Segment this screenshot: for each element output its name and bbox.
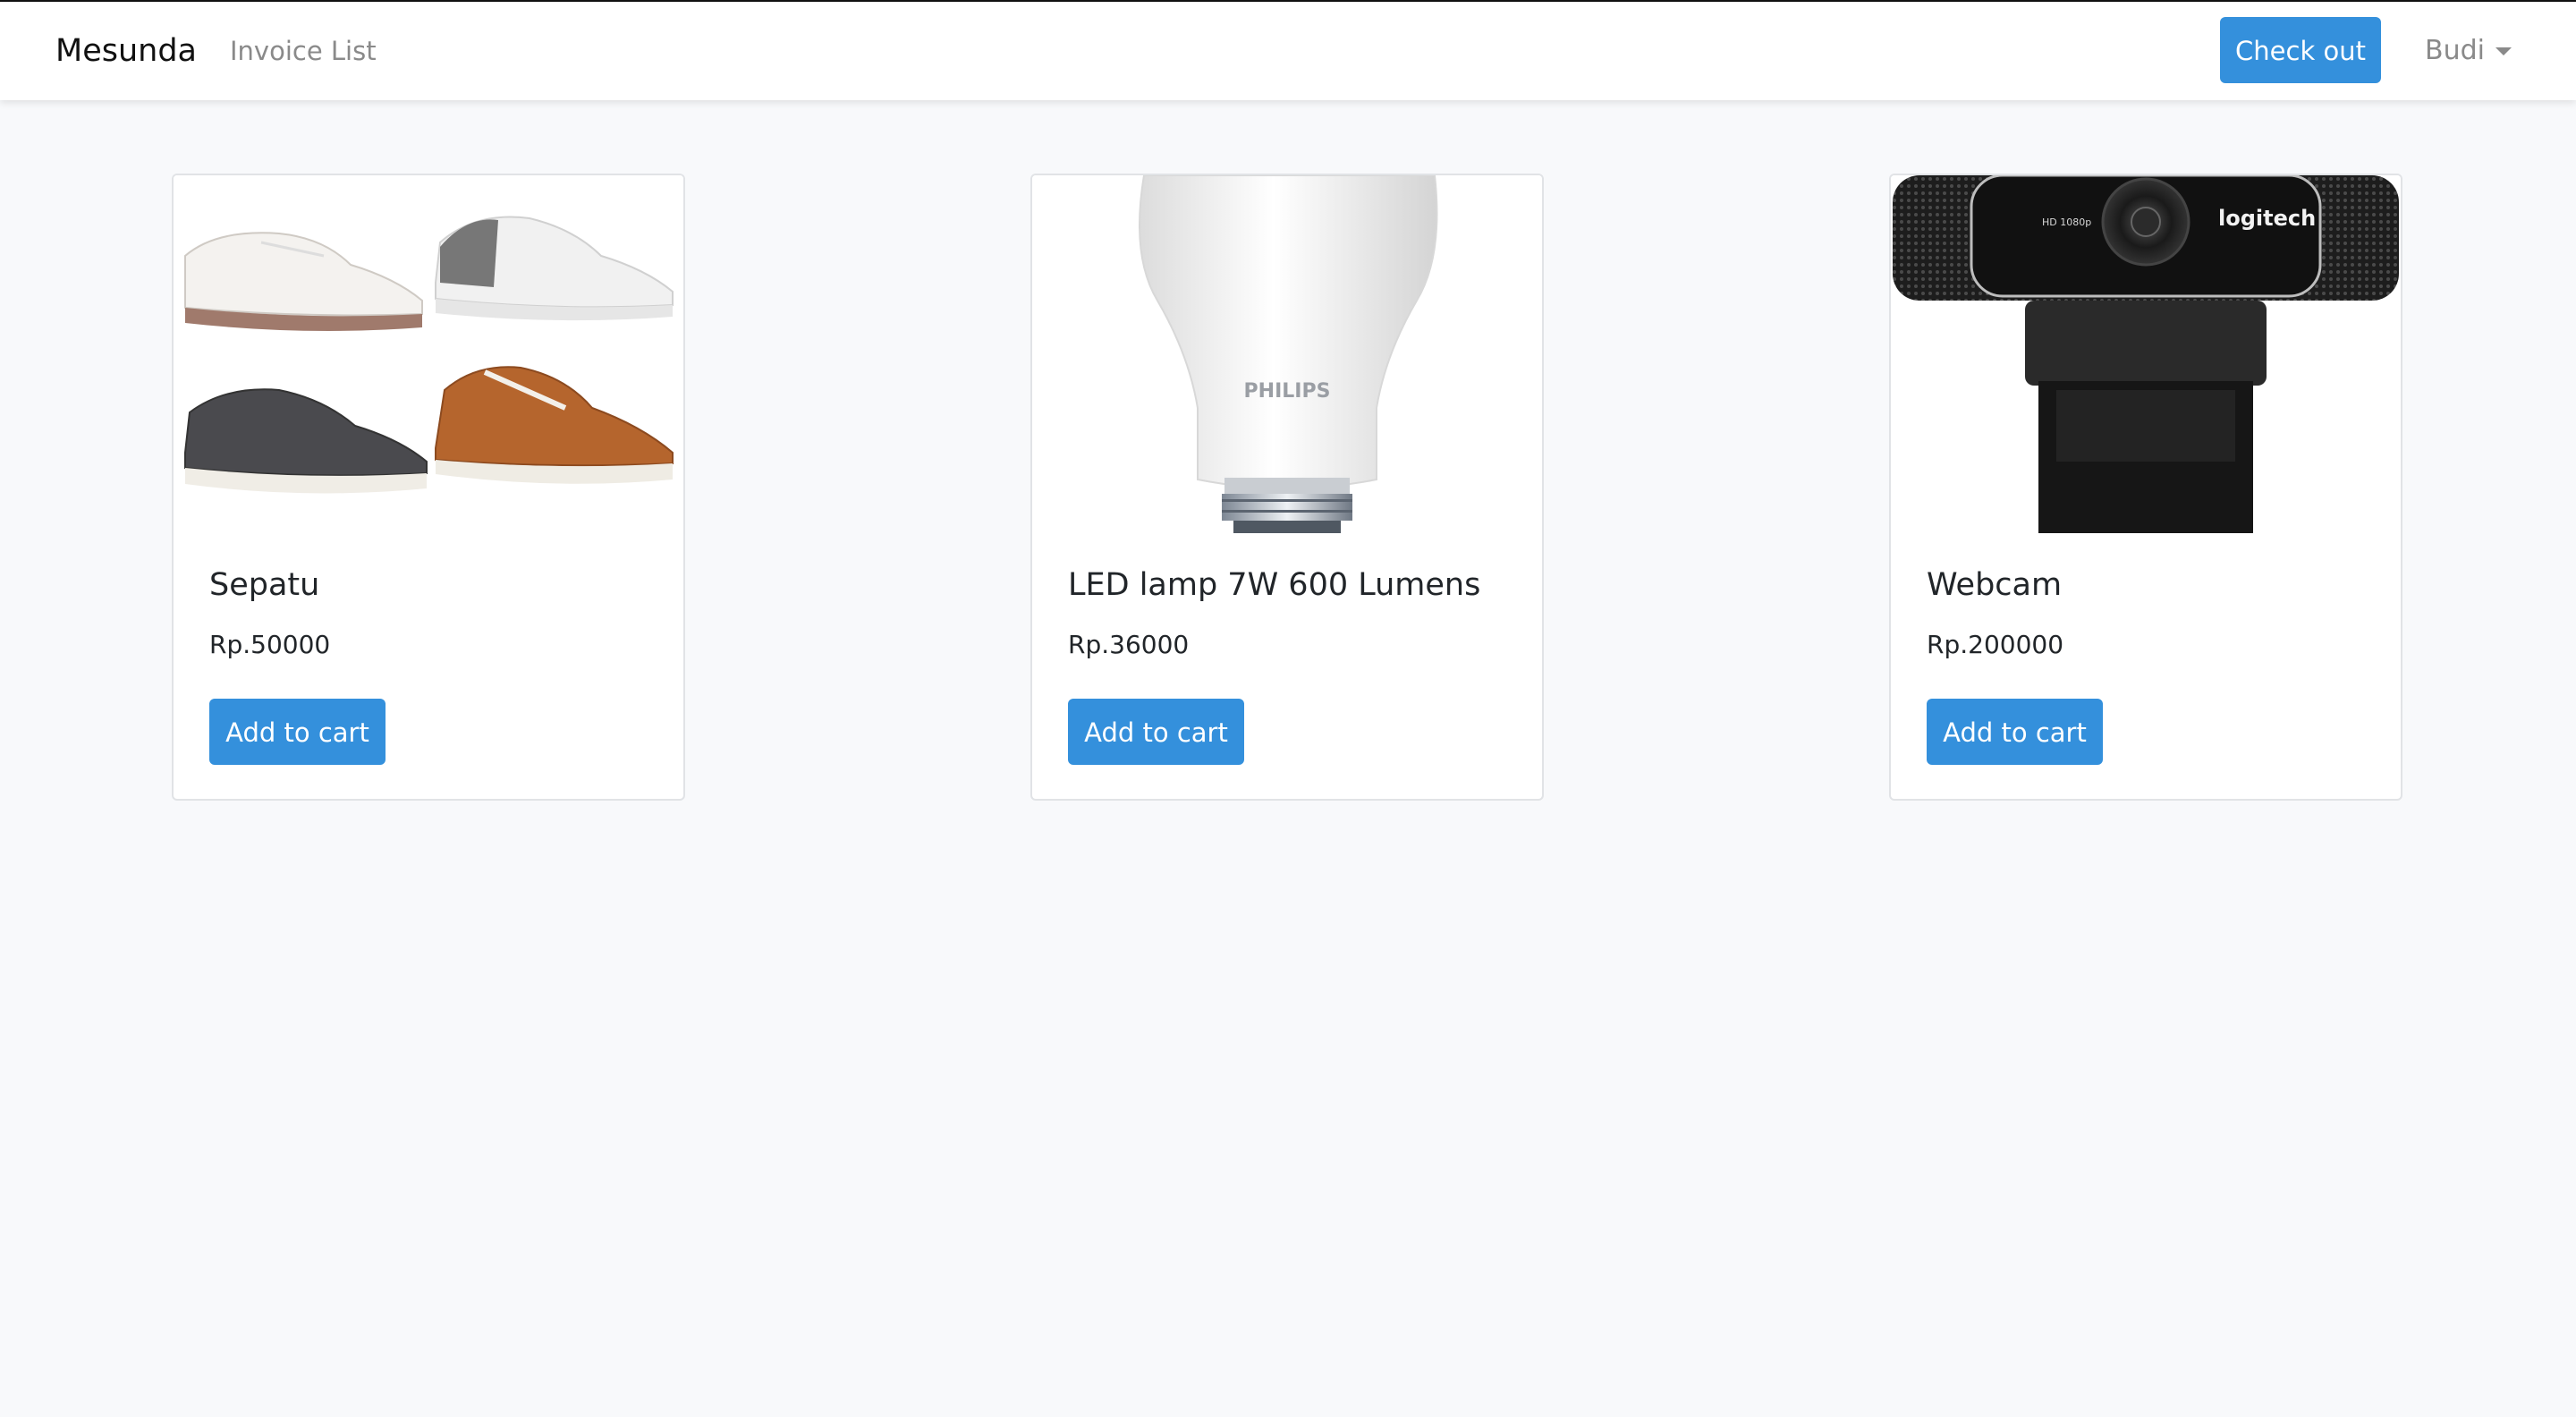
- checkout-button[interactable]: Check out: [2220, 17, 2381, 83]
- nav-link-invoice-list[interactable]: Invoice List: [230, 2, 377, 100]
- product-card: Sepatu Rp.50000 Add to cart: [172, 174, 685, 801]
- product-price: Rp.36000: [1068, 630, 1190, 659]
- light-bulb-image: PHILIPS: [1032, 175, 1542, 533]
- add-to-cart-button[interactable]: Add to cart: [1068, 699, 1244, 765]
- caret-down-icon: [2495, 47, 2512, 55]
- product-card: HD 1080p logitech Webcam Rp.200000 Add t…: [1889, 174, 2402, 801]
- add-to-cart-button[interactable]: Add to cart: [209, 699, 386, 765]
- top-navbar: Mesunda Invoice List Check out Budi: [0, 2, 2576, 100]
- svg-text:HD 1080p: HD 1080p: [2042, 216, 2091, 228]
- product-price: Rp.200000: [1927, 630, 2064, 659]
- product-title[interactable]: LED lamp 7W 600 Lumens: [1068, 567, 1480, 603]
- product-price: Rp.50000: [209, 630, 331, 659]
- add-to-cart-button[interactable]: Add to cart: [1927, 699, 2103, 765]
- svg-text:logitech: logitech: [2218, 206, 2316, 231]
- product-title[interactable]: Webcam: [1927, 567, 2062, 603]
- sneakers-image: [174, 175, 683, 533]
- brand-logo[interactable]: Mesunda: [55, 2, 197, 100]
- product-card: PHILIPS LED lamp 7W 600 Lumens Rp.36000 …: [1030, 174, 1544, 801]
- user-name: Budi: [2425, 35, 2485, 66]
- webcam-image: HD 1080p logitech: [1891, 175, 2401, 533]
- product-title[interactable]: Sepatu: [209, 567, 319, 603]
- svg-text:PHILIPS: PHILIPS: [1244, 380, 1331, 403]
- user-dropdown[interactable]: Budi: [2425, 2, 2512, 100]
